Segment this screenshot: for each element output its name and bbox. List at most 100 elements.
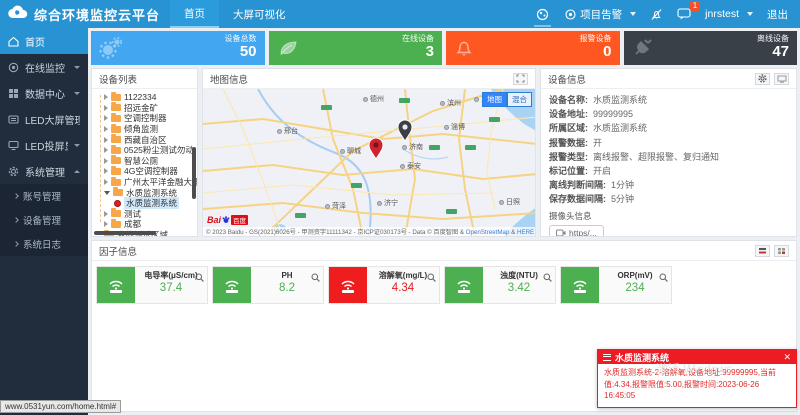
- sidebar-item-data-center[interactable]: 数据中心: [0, 80, 88, 106]
- map-attribution: © 2023 Baidu - GS(2021)6026号 - 甲测资字11111…: [203, 227, 535, 236]
- chevron-down-icon: [747, 12, 753, 16]
- magnifier-icon[interactable]: [543, 269, 552, 287]
- sidebar-subitem-accounts[interactable]: 账号管理: [0, 184, 88, 208]
- sidebar-subitem-devices[interactable]: 设备管理: [0, 208, 88, 232]
- device-info-panel: 设备信息 设备名称: 水质监测系统 设备地址: 99999995 所属区域: 水质监测…: [540, 68, 797, 237]
- factor-cards-row: 电导率(μS/cm) 37.4 PH 8.2 溶解氧(mg/L) 4.34 浊度(NT…: [92, 261, 796, 309]
- magnifier-icon[interactable]: [311, 269, 320, 287]
- sidebar-item-led-screen[interactable]: LED大屏管理: [0, 106, 88, 132]
- stat-card-offline-devices[interactable]: 离线设备 47: [623, 31, 797, 65]
- city-label: 济南: [402, 142, 423, 152]
- field-row: 报警类型: 离线报警、超限报警、复归通知: [549, 151, 720, 162]
- tab-bigscreen[interactable]: 大屏可视化: [219, 0, 300, 28]
- cloud-logo-icon: [8, 5, 28, 24]
- factor-card-ph[interactable]: PH 8.2: [212, 266, 324, 304]
- sensor-icon: [445, 267, 483, 303]
- list-view-icon[interactable]: [755, 244, 770, 257]
- sidebar: 首页 在线监控 数据中心 LED大屏管理 LED投屏显示 系统管理 账号管理 设…: [0, 28, 88, 415]
- sidebar-item-led-cast[interactable]: LED投屏显示: [0, 132, 88, 158]
- sensor-icon: [97, 267, 135, 303]
- expand-icon[interactable]: [104, 136, 108, 143]
- folder-icon: [111, 144, 121, 154]
- mute-bell-icon[interactable]: [650, 8, 663, 21]
- map-title: 地图信息: [210, 74, 249, 86]
- sidebar-item-system[interactable]: 系统管理: [0, 158, 88, 184]
- expand-icon[interactable]: [104, 210, 108, 217]
- expand-icon[interactable]: [104, 168, 108, 175]
- fullscreen-icon[interactable]: [513, 72, 528, 85]
- sidebar-item-home[interactable]: 首页: [0, 28, 88, 54]
- expand-icon[interactable]: [104, 115, 108, 122]
- device-list-title: 设备列表: [99, 74, 138, 86]
- expand-icon[interactable]: [104, 126, 108, 133]
- vertical-scrollbar[interactable]: [192, 147, 196, 199]
- expand-icon[interactable]: [104, 157, 108, 164]
- offline-device-dot-icon: [114, 199, 121, 207]
- home-icon: [8, 36, 19, 47]
- app-title: 综合环境监控云平台: [34, 7, 161, 23]
- grid-view-icon[interactable]: [774, 244, 789, 257]
- chevron-down-icon: [74, 143, 80, 147]
- chevron-down-icon: [630, 12, 637, 16]
- stat-card-online-devices[interactable]: 在线设备 3: [268, 31, 442, 65]
- expand-icon[interactable]: [104, 147, 108, 154]
- theme-icon[interactable]: [534, 2, 552, 27]
- device-info-fields: 设备名称: 水质监测系统 设备地址: 99999995 所属区域: 水质监测系统 报警…: [541, 89, 796, 236]
- osm-link[interactable]: OpenStreetMap: [466, 229, 510, 236]
- city-label: 日照: [499, 197, 520, 207]
- folder-icon: [111, 102, 121, 112]
- leaf-icon: [280, 41, 297, 56]
- folder-icon: [113, 187, 123, 197]
- chevron-down-icon: [74, 65, 80, 69]
- factor-card-dissolved-oxygen[interactable]: 溶解氧(mg/L) 4.34: [328, 266, 440, 304]
- expand-icon[interactable]: [104, 94, 108, 101]
- user-menu[interactable]: jnrstest: [705, 8, 753, 20]
- expand-icon[interactable]: [104, 104, 108, 111]
- expand-icon[interactable]: [104, 221, 108, 228]
- expand-icon[interactable]: [104, 179, 108, 186]
- sidebar-subitem-logs[interactable]: 系统日志: [0, 232, 88, 256]
- stat-cards-row: 设备总数 50 在线设备 3 报警设备 0 离线设备 47: [91, 31, 797, 65]
- folder-icon: [111, 176, 121, 186]
- close-icon[interactable]: [783, 352, 791, 363]
- alarm-notification-popup: 水质监测系统 水质监测系统-2-溶解氧,设备地址:99999995,当前值:4.…: [597, 349, 797, 408]
- list-icon: [603, 353, 611, 361]
- notification-message: 水质监测系统-2-溶解氧,设备地址:99999995,当前值:4.34,报警限值…: [604, 368, 777, 401]
- display-icon: [8, 140, 19, 150]
- screen-icon[interactable]: [774, 72, 789, 85]
- stat-card-total-devices[interactable]: 设备总数 50: [91, 31, 265, 65]
- chevron-right-icon: [13, 193, 19, 199]
- stat-card-alarm-devices[interactable]: 报警设备 0: [446, 31, 620, 65]
- map-type-button-map[interactable]: 地图: [482, 92, 507, 107]
- sensor-icon: [329, 267, 367, 303]
- logout-button[interactable]: 退出: [767, 7, 788, 22]
- factor-card-turbidity[interactable]: 浊度(NTU) 3.42: [444, 266, 556, 304]
- magnifier-icon[interactable]: [195, 269, 204, 287]
- tree-node[interactable]: 测试: [98, 208, 195, 220]
- sidebar-item-online-monitor[interactable]: 在线监控: [0, 54, 88, 80]
- camera-info-label: 摄像头信息: [549, 210, 592, 221]
- project-alarm-dropdown[interactable]: 项目告警: [565, 7, 637, 22]
- map-canvas[interactable]: 邢台 德州 滨州 东营 聊城 济南 淄博 泰安 菏泽 济宁 日照 地图 混合 B…: [203, 89, 535, 236]
- city-label: 菏泽: [325, 201, 346, 211]
- camera-link-button[interactable]: https/...: [549, 224, 604, 236]
- magnifier-icon[interactable]: [427, 269, 436, 287]
- horizontal-scrollbar[interactable]: [94, 231, 156, 235]
- map-type-button-hybrid[interactable]: 混合: [507, 92, 532, 107]
- top-navbar: 综合环境监控云平台 首页 大屏可视化 项目告警 1 jnrstest 退出: [0, 0, 800, 28]
- project-alarm-label: 项目告警: [580, 8, 623, 21]
- collapse-icon[interactable]: [104, 190, 110, 195]
- factor-info-title: 因子信息: [99, 246, 138, 258]
- tab-home[interactable]: 首页: [170, 0, 220, 28]
- here-link[interactable]: HERE: [517, 229, 534, 236]
- magnifier-icon[interactable]: [659, 269, 668, 287]
- folder-icon: [111, 112, 121, 122]
- video-icon: [556, 229, 566, 236]
- tree-node-selected[interactable]: 水质监测系统: [98, 197, 195, 210]
- device-tree: 1122334 招远金矿 空调控制器 倾角监测 西藏自治区 0525粉尘测试勿动…: [92, 89, 197, 236]
- factor-card-orp[interactable]: ORP(mV) 234: [560, 266, 672, 304]
- settings-icon[interactable]: [755, 72, 770, 85]
- factor-card-conductivity[interactable]: 电导率(μS/cm) 37.4: [96, 266, 208, 304]
- folder-icon: [111, 208, 121, 218]
- message-icon[interactable]: 1: [677, 1, 701, 20]
